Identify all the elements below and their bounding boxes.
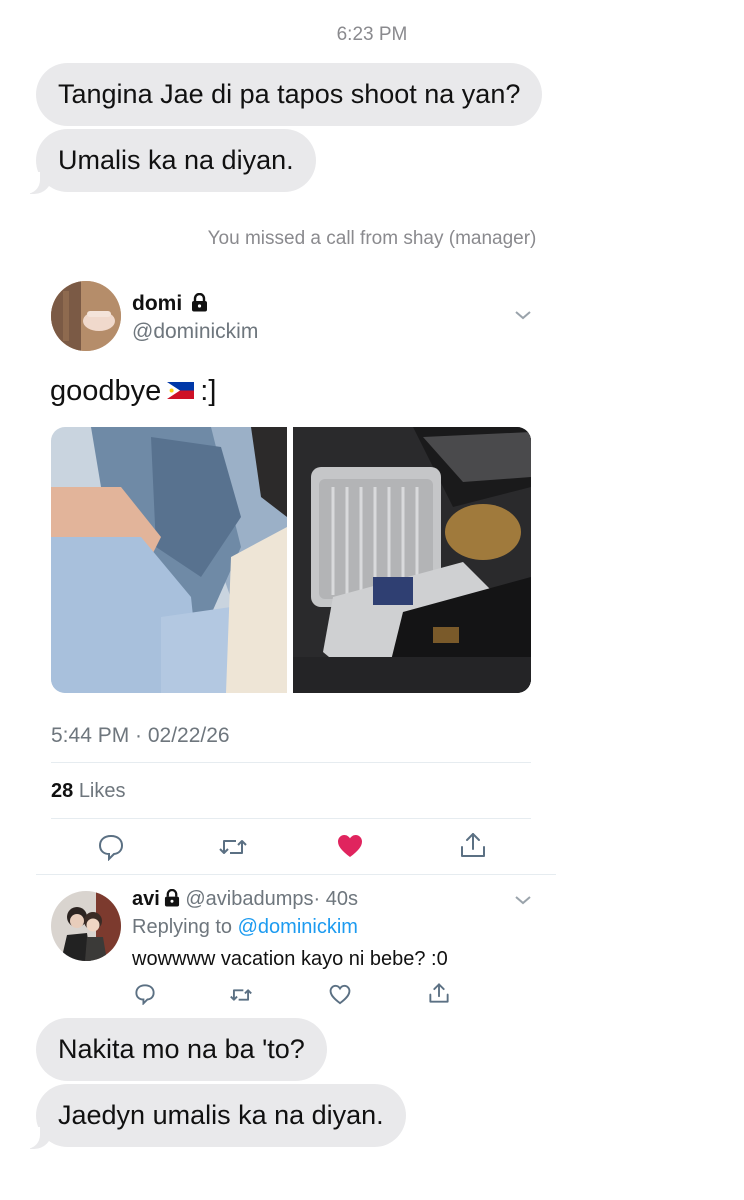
lock-icon [191, 292, 208, 317]
share-icon[interactable] [459, 830, 489, 860]
heart-icon[interactable] [336, 833, 366, 863]
tweet-photo-1[interactable] [51, 427, 287, 693]
incoming-message[interactable]: Umalis ka na diyan. [36, 129, 316, 192]
tweet-text-main: goodbye [50, 375, 162, 407]
reply-author-name: avi [132, 888, 160, 910]
reply-author-avatar[interactable] [51, 891, 121, 961]
likes-label: Likes [78, 780, 126, 802]
divider [51, 762, 531, 763]
divider [51, 818, 531, 819]
tweet-author-avatar[interactable] [51, 281, 121, 351]
message-timestamp: 6:23 PM [336, 24, 408, 45]
incoming-message[interactable]: Jaedyn umalis ka na diyan. [36, 1084, 406, 1147]
reply-age: · 40s [313, 888, 358, 910]
share-icon[interactable] [428, 981, 450, 1010]
replying-to-handle-link[interactable]: @dominickim [238, 916, 358, 938]
tweet-text-suffix: :] [200, 375, 217, 407]
chevron-down-icon[interactable] [514, 893, 532, 911]
tweet-author-name-row[interactable]: domi [132, 292, 208, 317]
reply-author-handle: @avibadumps [185, 888, 314, 910]
reply-text: wowwww vacation kayo ni bebe? :0 [132, 948, 448, 970]
message-text: Jaedyn umalis ka na diyan. [58, 1100, 384, 1130]
missed-call-notice: You missed a call from shay (manager) [207, 228, 537, 249]
message-text: Nakita mo na ba 'to? [58, 1034, 305, 1064]
message-text: Umalis ka na diyan. [58, 145, 294, 175]
lock-icon [164, 888, 180, 913]
tweet-datetime[interactable]: 5:44 PM · 02/22/26 [51, 724, 230, 748]
incoming-message[interactable]: Nakita mo na ba 'to? [36, 1018, 327, 1081]
message-text: Tangina Jae di pa tapos shoot na yan? [58, 79, 521, 109]
divider [36, 874, 556, 875]
reply-icon[interactable] [134, 983, 156, 1010]
philippines-flag-icon [167, 374, 195, 399]
likes-number: 28 [51, 780, 74, 802]
heart-outline-icon[interactable] [329, 984, 351, 1010]
tweet-author-name: domi [132, 292, 183, 315]
tweet-author-handle[interactable]: @dominickim [132, 320, 258, 344]
bubble-tail [18, 1127, 52, 1149]
chevron-down-icon[interactable] [514, 308, 532, 326]
incoming-message[interactable]: Tangina Jae di pa tapos shoot na yan? [36, 63, 543, 126]
reply-icon[interactable] [97, 833, 127, 863]
likes-count[interactable]: 28 Likes [51, 780, 126, 803]
replying-to-line: Replying to @dominickim [132, 916, 358, 939]
tweet-photo-2[interactable] [293, 427, 531, 693]
retweet-icon[interactable] [218, 833, 248, 863]
replying-to-label: Replying to [132, 916, 233, 938]
bubble-tail [18, 172, 52, 194]
reply-author-row[interactable]: avi @avibadumps· 40s [132, 888, 358, 913]
retweet-icon[interactable] [229, 984, 253, 1011]
tweet-text: goodbye :] [50, 374, 216, 408]
